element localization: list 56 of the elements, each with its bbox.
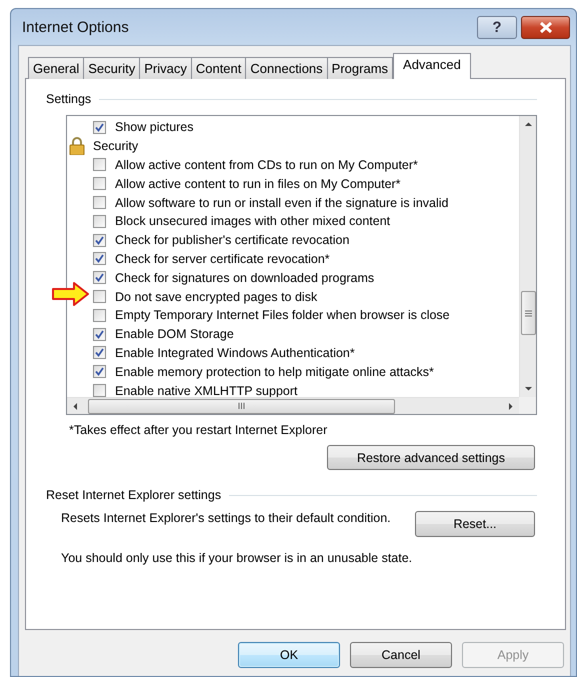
checkbox-label: Allow active content to run in files on My Computer* [115,176,401,191]
checkbox[interactable] [93,271,106,284]
reset-button[interactable]: Reset... [415,511,535,537]
settings-list[interactable] [66,115,537,415]
horizontal-scrollbar[interactable]: III [67,397,519,414]
checkbox[interactable] [93,290,106,304]
tab[interactable]: Connections [245,57,328,79]
checkbox-label: Enable native XMLHTTP support [115,384,298,397]
checkbox-label: Check for server certificate revocation* [115,252,330,266]
checkbox[interactable] [93,252,106,266]
footnote: *Takes effect after you restart Internet Explorer [69,423,328,437]
dialog-button[interactable]: OK [238,642,340,668]
dialog-button[interactable]: Cancel [350,642,452,668]
checkbox-label: Enable DOM Storage [115,327,234,342]
checkbox-label: Enable Integrated Windows Authentication* [115,346,355,360]
checkbox[interactable] [93,158,106,172]
group-heading: Settings [46,92,92,106]
checkbox-label: Show pictures [115,120,194,134]
checkbox-label: Allow active content from CDs to run on My Computer* [115,158,418,172]
scroll-thumb[interactable] [520,291,536,335]
checkbox-label: Check for publisher's certificate revocation [115,233,350,248]
checkbox[interactable] [93,365,106,378]
checkbox[interactable] [93,196,106,210]
vertical-scrollbar[interactable] [519,116,536,397]
checkbox[interactable] [93,308,106,322]
tab[interactable]: Content [190,57,246,79]
checkbox[interactable] [93,120,106,134]
checkbox[interactable] [93,384,106,397]
tab[interactable]: General [28,57,84,79]
padlock-icon [69,137,85,156]
checkbox[interactable] [93,234,106,247]
checkbox[interactable] [93,346,106,360]
tab[interactable]: Security [83,57,140,79]
checkbox-label: Empty Temporary Internet Files folder when browser is close [115,308,450,322]
checkbox-label: Check for signatures on downloaded programs [115,270,374,285]
checkbox[interactable] [93,214,106,228]
checkbox[interactable] [93,177,106,190]
close-icon[interactable] [538,20,554,34]
scrollbar-corner [519,397,536,414]
window-title: Internet Options [22,18,130,36]
category-label: Security [93,139,138,154]
tab[interactable]: Advanced [393,53,471,79]
group-heading: Reset Internet Explorer settings [46,488,222,502]
close-button[interactable] [521,16,570,38]
checkbox-label: Enable memory protection to help mitigate online attacks* [115,364,434,379]
help-button[interactable]: ? [477,16,517,38]
restore-button[interactable]: Restore advanced settings [327,445,535,470]
checkbox-label: Do not save encrypted pages to disk [115,290,318,304]
reset-description: Resets Internet Explorer's settings to their default condition. [61,510,391,526]
warning-text: You should only use this if your browser is in an unusable state. [61,551,414,565]
checkbox-label: Block unsecured images with other mixed content [115,214,390,228]
tab[interactable]: Programs [326,57,394,79]
tab[interactable]: Privacy [139,57,192,79]
checkbox-label: Allow software to run or install even if the signature is invalid [115,196,448,210]
scroll-thumb[interactable]: III [88,398,395,414]
checkbox[interactable] [93,328,106,341]
